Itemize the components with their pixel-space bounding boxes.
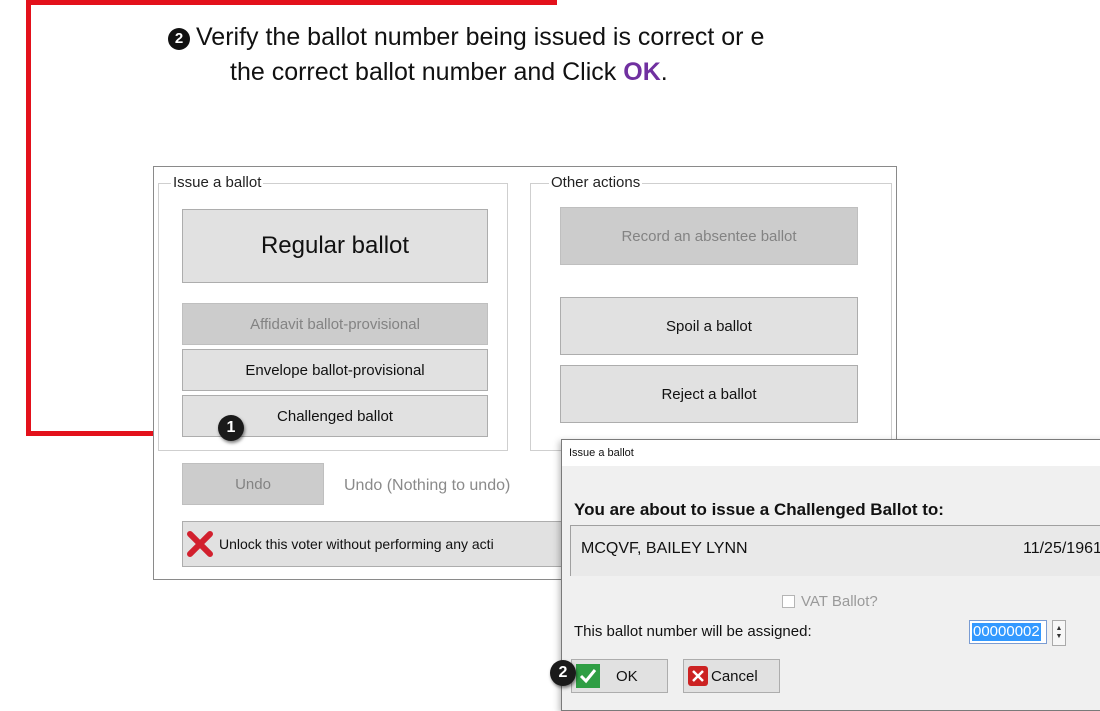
vat-checkbox-box[interactable] (782, 595, 795, 608)
unlock-voter-button[interactable]: Unlock this voter without performing any… (182, 521, 602, 567)
dialog-headline: You are about to issue a Challenged Ball… (574, 500, 944, 519)
voter-dob: 11/25/1961 (1023, 540, 1100, 557)
voter-info-box: MCQVF, BAILEY LYNN 11/25/1961 (570, 525, 1100, 576)
step-1-badge: 1 (218, 415, 244, 441)
vat-ballot-checkbox[interactable]: VAT Ballot? (782, 593, 878, 610)
cancel-x-icon (688, 666, 708, 686)
affidavit-ballot-button[interactable]: Affidavit ballot-provisional (182, 303, 488, 345)
cancel-button[interactable]: Cancel (683, 659, 780, 693)
undo-button[interactable]: Undo (182, 463, 324, 505)
ok-button[interactable]: OK (571, 659, 668, 693)
connector-line-left (26, 0, 31, 436)
other-actions-group-label: Other actions (549, 174, 643, 191)
dialog-title: Issue a ballot (562, 440, 1100, 466)
spinner-down-icon[interactable]: ▼ (1056, 633, 1063, 641)
ballot-number-input[interactable]: 00000002 (969, 620, 1047, 644)
reject-ballot-button[interactable]: Reject a ballot (560, 365, 858, 423)
regular-ballot-button[interactable]: Regular ballot (182, 209, 488, 283)
ballot-number-spinner[interactable]: ▲ ▼ (1052, 620, 1066, 646)
ok-highlight: OK (623, 58, 661, 86)
undo-status-text: Undo (Nothing to undo) (344, 477, 511, 494)
cancel-label: Cancel (711, 667, 758, 685)
instruction-line-1: 2 Verify the ballot number being issued i… (168, 20, 764, 55)
instruction-line-2: the correct ballot number and Click OK. (230, 58, 668, 86)
envelope-ballot-button[interactable]: Envelope ballot-provisional (182, 349, 488, 391)
step-2-number-icon: 2 (168, 28, 190, 50)
spinner-up-icon[interactable]: ▲ (1056, 625, 1063, 633)
unlock-x-icon (187, 531, 213, 557)
vat-ballot-label: VAT Ballot? (801, 593, 878, 610)
instruction-text: 2 Verify the ballot number being issued i… (168, 20, 764, 90)
issue-ballot-dialog: Issue a ballot You are about to issue a … (561, 439, 1100, 711)
spoil-ballot-button[interactable]: Spoil a ballot (560, 297, 858, 355)
connector-line-top (26, 0, 557, 5)
issue-ballot-group-label: Issue a ballot (171, 174, 264, 191)
ballot-number-label: This ballot number will be assigned: (574, 623, 812, 640)
step-2-badge: 2 (550, 660, 576, 686)
unlock-voter-label: Unlock this voter without performing any… (219, 536, 494, 552)
ok-label: OK (616, 667, 638, 685)
voter-name: MCQVF, BAILEY LYNN (581, 540, 748, 557)
ballot-number-value: 00000002 (972, 623, 1041, 641)
record-absentee-button[interactable]: Record an absentee ballot (560, 207, 858, 265)
checkmark-icon (576, 664, 600, 688)
